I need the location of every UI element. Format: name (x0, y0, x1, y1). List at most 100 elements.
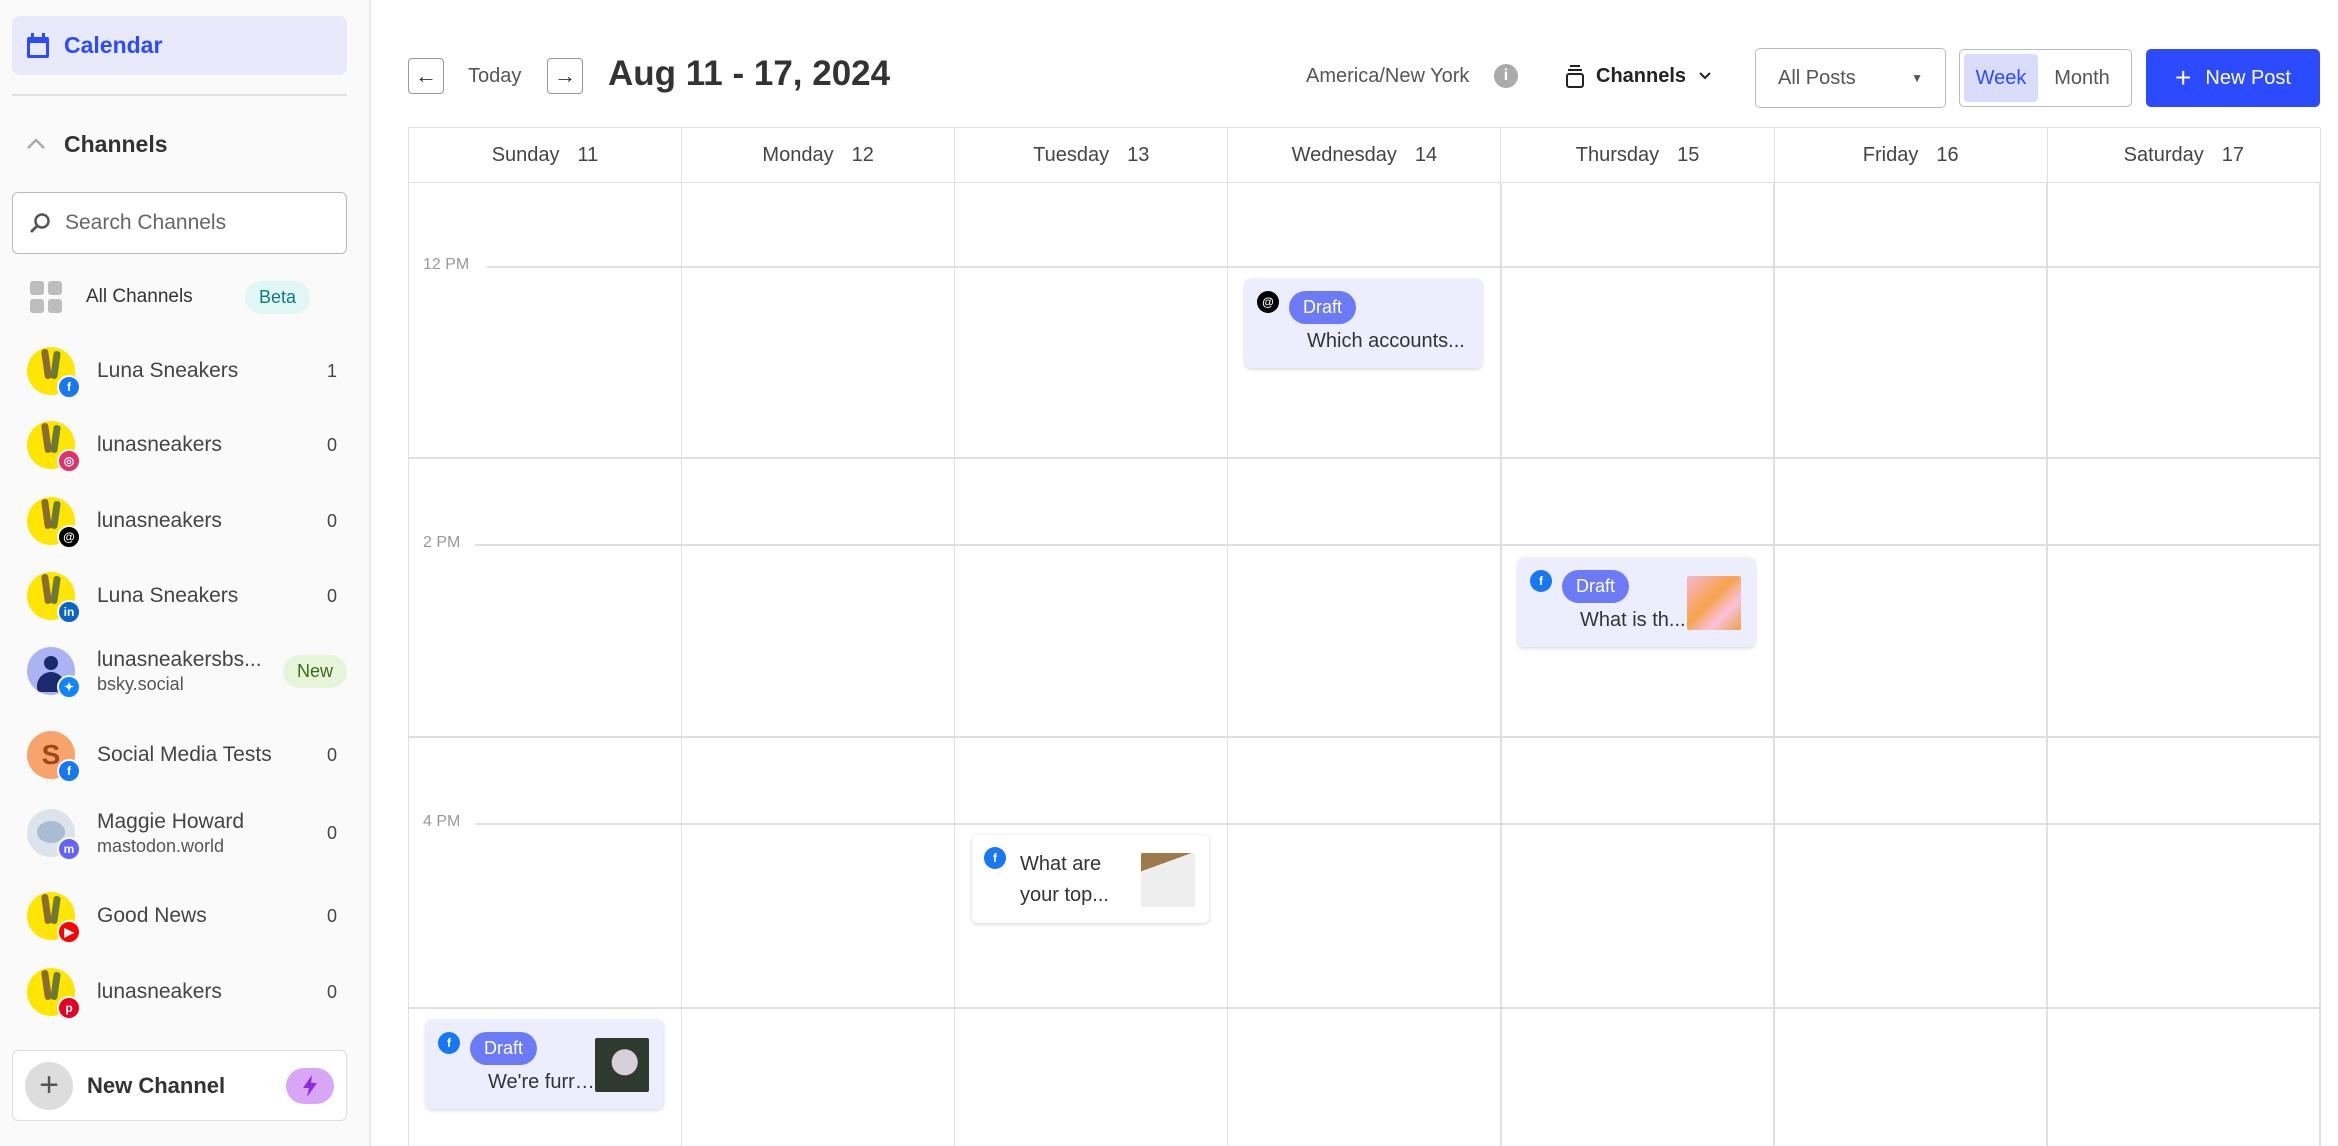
channel-item[interactable]: ✦ lunasneakersbs... bsky.social New (27, 646, 347, 699)
pinterest-icon: p (57, 996, 81, 1020)
channel-item[interactable]: f Luna Sneakers 1 (27, 346, 337, 399)
channels-filter-dropdown[interactable]: Channels (1566, 58, 1712, 94)
hour-line (475, 544, 2320, 546)
calendar-icon (27, 32, 49, 58)
time-label: 12 PM (423, 256, 470, 273)
sidebar: Calendar Channels All Channels Beta + Ne… (0, 0, 371, 1146)
day-header-sunday: Sunday 11 (409, 128, 682, 183)
avatar: m (27, 809, 81, 861)
draft-badge: Draft (1562, 570, 1630, 603)
column-divider (953, 183, 956, 1146)
day-name: Monday (762, 143, 834, 166)
channel-name: Luna Sneakers (97, 584, 239, 608)
channel-item[interactable]: ◎ lunasneakers 0 (27, 420, 337, 473)
channel-name: lunasneakersbs... (97, 647, 262, 671)
channel-item[interactable]: p lunasneakers 0 (27, 967, 337, 1020)
day-name: Tuesday (1033, 143, 1110, 166)
channel-name: Luna Sneakers (97, 359, 239, 383)
post-thumbnail (1141, 853, 1195, 907)
half-hour-line (409, 457, 2320, 459)
day-name: Wednesday (1291, 143, 1397, 166)
lightning-icon[interactable] (286, 1067, 334, 1104)
post-count: 0 (326, 981, 337, 1002)
channel-name-block: lunasneakers (97, 978, 317, 1005)
post-preview-text: Which accounts... (1307, 330, 1465, 352)
chevron-up-icon (27, 138, 45, 149)
post-card[interactable]: @ Draft Which accounts... (1245, 279, 1482, 368)
column-divider (2046, 183, 2048, 1146)
plus-icon: + (2175, 62, 2192, 93)
day-header-tuesday: Tuesday 13 (955, 128, 1229, 183)
channel-name-block: lunasneakers (97, 507, 317, 534)
post-count: 0 (326, 434, 337, 455)
post-count: 0 (326, 744, 337, 765)
channel-name-block: Good News (97, 902, 317, 929)
week-view-button[interactable]: Week (1964, 54, 2038, 102)
next-week-button[interactable]: → (547, 58, 583, 94)
channel-name: lunasneakers (97, 509, 222, 533)
column-divider (1500, 183, 1502, 1146)
arrow-left-icon: ← (415, 63, 437, 88)
post-card[interactable]: f Draft What is th... (1518, 558, 1755, 647)
month-view-button[interactable]: Month (2038, 54, 2126, 102)
channel-domain: mastodon.world (97, 835, 225, 856)
search-input[interactable] (65, 211, 325, 235)
post-card[interactable]: f What are your top... (972, 835, 1209, 923)
channel-name: lunasneakers (97, 980, 222, 1004)
info-icon[interactable]: i (1494, 64, 1518, 88)
channels-filter-label: Channels (1596, 64, 1687, 87)
column-divider (2319, 183, 2321, 1146)
channel-item[interactable]: @ lunasneakers 0 (27, 496, 337, 549)
stack-icon (1566, 65, 1584, 88)
new-badge: New (282, 654, 347, 688)
channel-name-block: Maggie Howard mastodon.world (97, 808, 317, 859)
previous-week-button[interactable]: ← (408, 58, 444, 94)
hour-line (487, 266, 2320, 268)
avatar: f (27, 347, 81, 399)
search-channels[interactable] (12, 192, 347, 254)
day-date: 16 (1936, 143, 1959, 166)
day-name: Thursday (1575, 143, 1660, 166)
time-label: 2 PM (423, 534, 461, 551)
sidebar-item-calendar[interactable]: Calendar (12, 16, 347, 75)
new-channel-button[interactable]: + New Channel (12, 1050, 347, 1121)
avatar: @ (27, 497, 81, 549)
channel-name: Maggie Howard (97, 809, 245, 833)
day-name: Sunday (491, 143, 560, 166)
posts-filter-value: All Posts (1778, 66, 1856, 89)
avatar: ◎ (27, 421, 81, 473)
post-count: 0 (326, 822, 337, 843)
channel-name-block: Luna Sneakers (97, 357, 317, 384)
sidebar-item-all-channels[interactable]: All Channels Beta (30, 280, 330, 314)
channel-name: lunasneakers (97, 433, 222, 457)
date-range-title: Aug 11 - 17, 2024 (608, 54, 891, 93)
today-button[interactable]: Today (468, 65, 521, 88)
day-date: 13 (1127, 143, 1150, 166)
avatar: p (27, 968, 81, 1020)
caret-down-icon: ▼ (1911, 71, 1923, 85)
day-date: 12 (851, 143, 874, 166)
channel-item[interactable]: ▶ Good News 0 (27, 891, 337, 944)
channel-item[interactable]: in Luna Sneakers 0 (27, 571, 337, 624)
post-preview-text: What is th... (1580, 609, 1686, 631)
day-name: Friday (1862, 143, 1919, 166)
view-toggle: Week Month (1959, 49, 2132, 107)
posts-filter-select[interactable]: All Posts ▼ (1755, 48, 1946, 108)
half-hour-line (409, 1007, 2320, 1009)
calendar-label: Calendar (64, 32, 163, 58)
day-name: Saturday (2123, 143, 2204, 166)
facebook-icon: f (57, 375, 81, 399)
post-count: 0 (326, 510, 337, 531)
post-card[interactable]: f Draft We're furr-... (426, 1020, 663, 1109)
facebook-icon: f (1530, 570, 1552, 592)
channel-name-block: Luna Sneakers (97, 582, 317, 609)
channel-item[interactable]: m Maggie Howard mastodon.world 0 (27, 808, 337, 861)
column-divider (1773, 183, 1775, 1146)
channel-item[interactable]: Sf Social Media Tests 0 (27, 730, 337, 783)
channels-section-toggle[interactable]: Channels (26, 128, 168, 160)
day-header-saturday: Saturday 17 (2047, 128, 2321, 183)
plus-icon: + (25, 1061, 73, 1110)
new-post-button[interactable]: + New Post (2146, 49, 2320, 107)
draft-badge: Draft (1289, 291, 1357, 324)
post-count: 0 (326, 585, 337, 606)
